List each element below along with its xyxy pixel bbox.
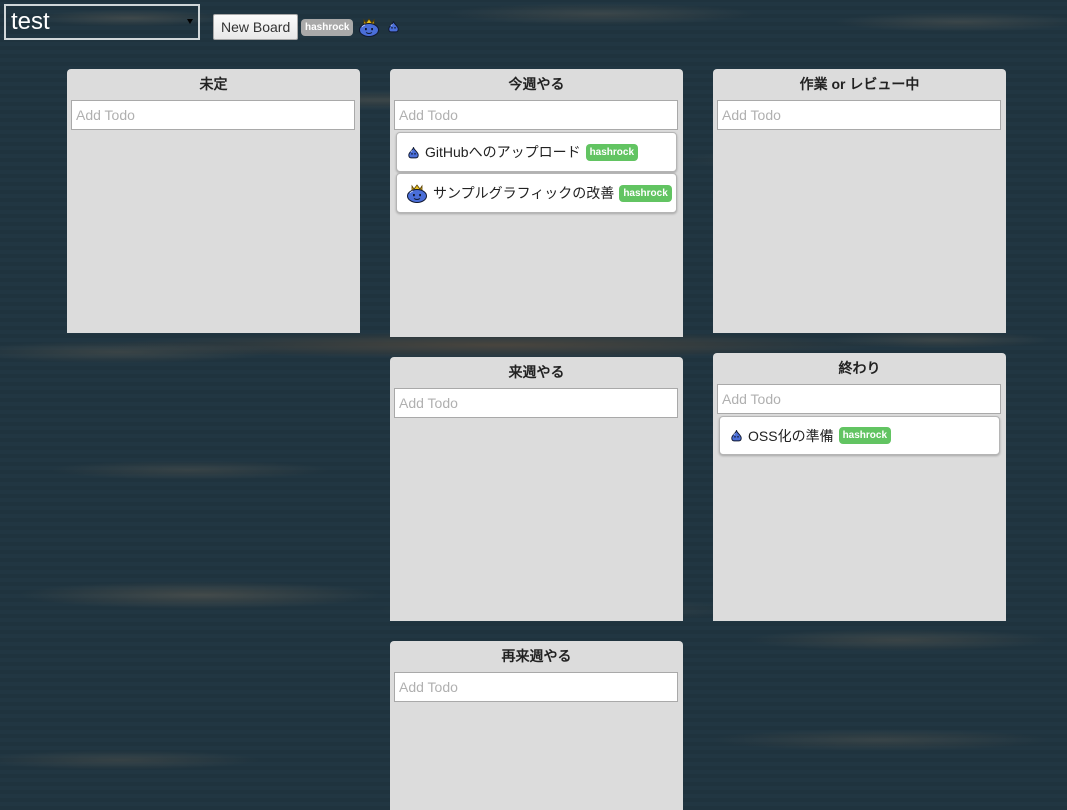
column-undecided: 未定 (67, 69, 360, 333)
todo-card[interactable]: サンプルグラフィックの改善 hashrock (396, 173, 677, 213)
column-title: 作業 or レビュー中 (799, 76, 920, 92)
new-board-button[interactable]: New Board (213, 14, 299, 40)
dropdown-arrow-icon (187, 19, 193, 24)
column-done: 終わり OSS化の準備 hashrock (713, 353, 1006, 621)
assignee-badge: hashrock (585, 143, 639, 161)
small-slime-icon[interactable] (387, 20, 400, 33)
todo-card-text: OSS化の準備 (748, 427, 834, 444)
add-todo-input[interactable] (394, 388, 678, 418)
column-title: 再来週やる (501, 648, 572, 664)
column-title: 今週やる (508, 76, 565, 92)
assignee-badge: hashrock (619, 184, 672, 202)
column-week-after-next: 再来週やる (390, 641, 683, 810)
column-in-progress: 作業 or レビュー中 (713, 69, 1006, 333)
column-title: 来週やる (508, 364, 565, 380)
todo-card-text: サンプルグラフィックの改善 (433, 185, 615, 201)
column-this-week: 今週やる GitHubへのアップロード hashrock サンプルグラフィックの… (390, 69, 683, 337)
board-select-value: test (11, 8, 50, 35)
todo-card-text: GitHubへのアップロード (425, 144, 581, 160)
column-title: 未定 (199, 76, 228, 92)
add-todo-input[interactable] (71, 100, 355, 130)
todo-card[interactable]: GitHubへのアップロード hashrock (396, 132, 677, 172)
todo-card[interactable]: OSS化の準備 hashrock (719, 416, 1000, 455)
current-user-badge[interactable]: hashrock (301, 19, 354, 36)
add-todo-input[interactable] (717, 100, 1001, 130)
column-next-week: 来週やる (390, 357, 683, 621)
small-slime-icon (407, 146, 420, 159)
king-slime-icon[interactable] (358, 17, 380, 37)
add-todo-input[interactable] (394, 100, 678, 130)
add-todo-input[interactable] (394, 672, 678, 702)
add-todo-input[interactable] (717, 384, 1001, 414)
king-slime-icon (406, 183, 428, 203)
small-slime-icon (730, 429, 743, 442)
board-select[interactable]: test (4, 4, 200, 40)
assignee-badge: hashrock (838, 427, 892, 444)
column-title: 終わり (838, 360, 881, 376)
